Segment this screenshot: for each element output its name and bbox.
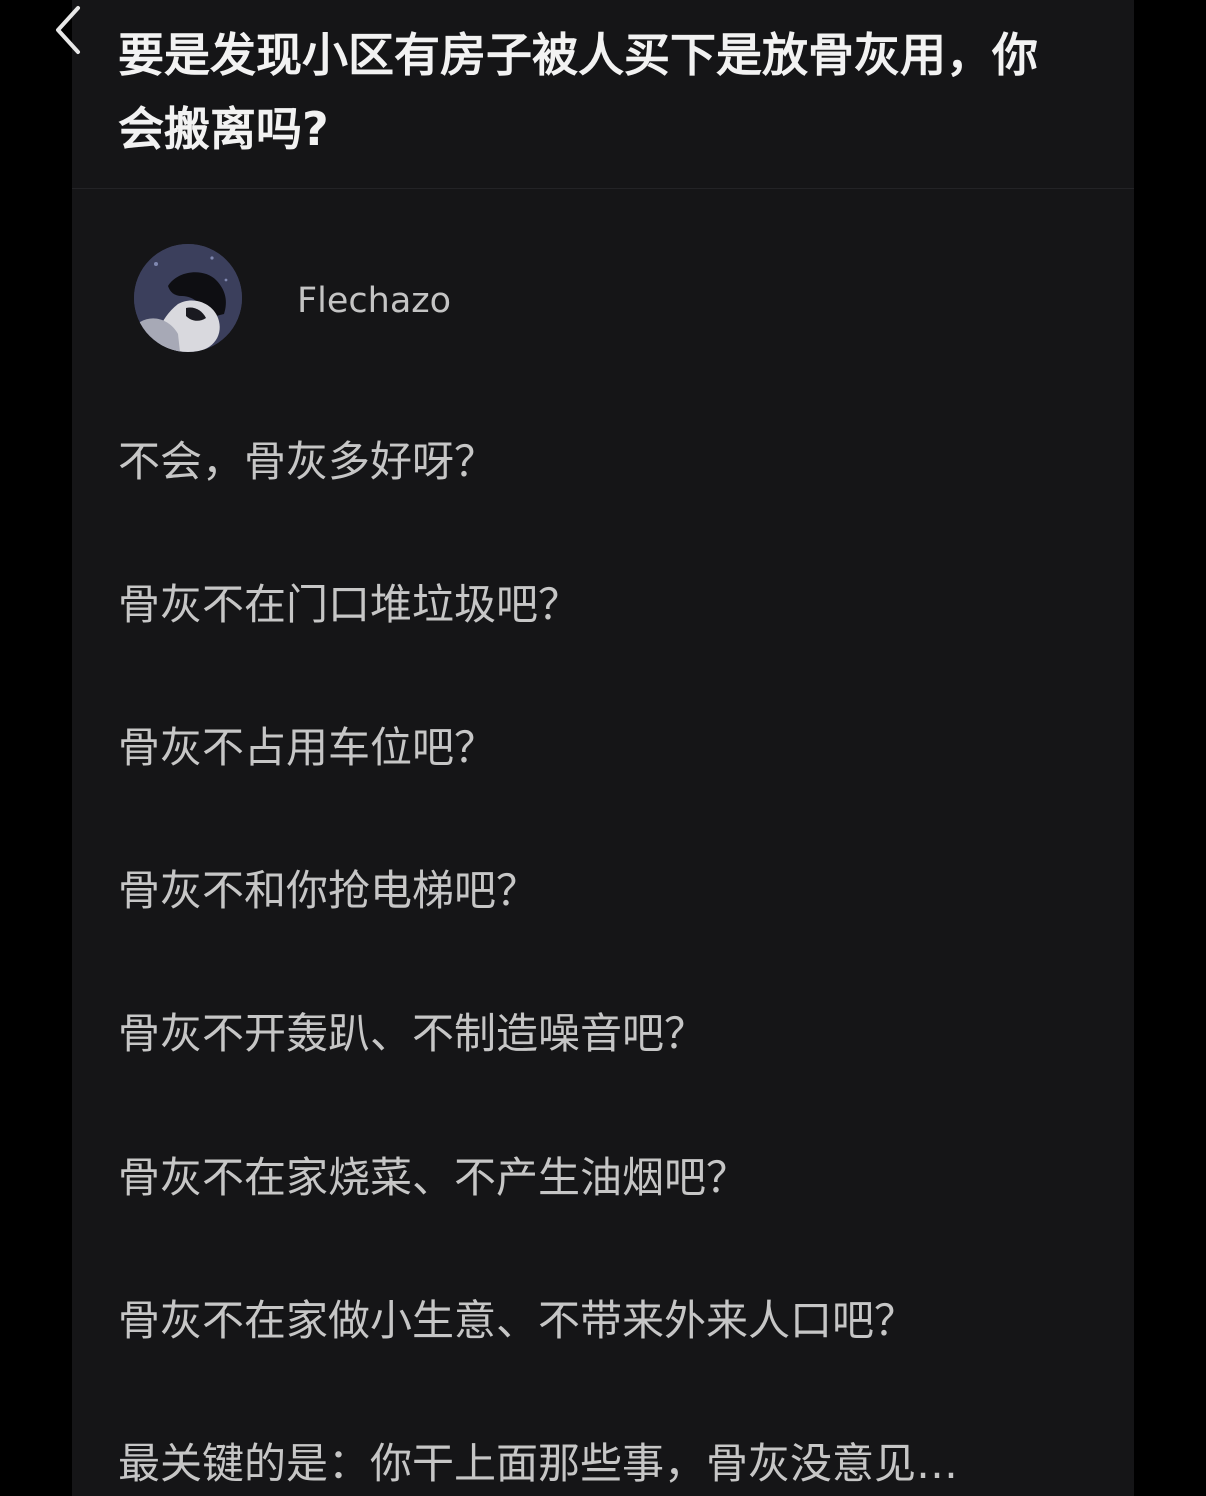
- answer-line: 骨灰不开轰趴、不制造噪音吧？: [118, 1009, 707, 1058]
- header-divider: [72, 188, 1134, 189]
- back-button[interactable]: [50, 2, 90, 60]
- answer-line: 骨灰不在门口堆垃圾吧？: [118, 580, 581, 629]
- avatar[interactable]: [134, 244, 242, 352]
- question-title[interactable]: 要是发现小区有房子被人买下是放骨灰用，你会搬离吗?: [118, 18, 1038, 166]
- username[interactable]: Flechazo: [297, 278, 451, 324]
- chevron-left-icon: [56, 6, 80, 54]
- answer-line: 骨灰不在家烧菜、不产生油烟吧？: [118, 1153, 749, 1202]
- answer-line: 骨灰不占用车位吧？: [118, 723, 497, 772]
- answer-line: 不会，骨灰多好呀？: [118, 437, 497, 486]
- answer-line: 最关键的是：你干上面那些事，骨灰没意见…: [118, 1439, 959, 1488]
- answer-line: 骨灰不和你抢电梯吧？: [118, 866, 539, 915]
- answer-line: 骨灰不在家做小生意、不带来外来人口吧？: [118, 1296, 917, 1345]
